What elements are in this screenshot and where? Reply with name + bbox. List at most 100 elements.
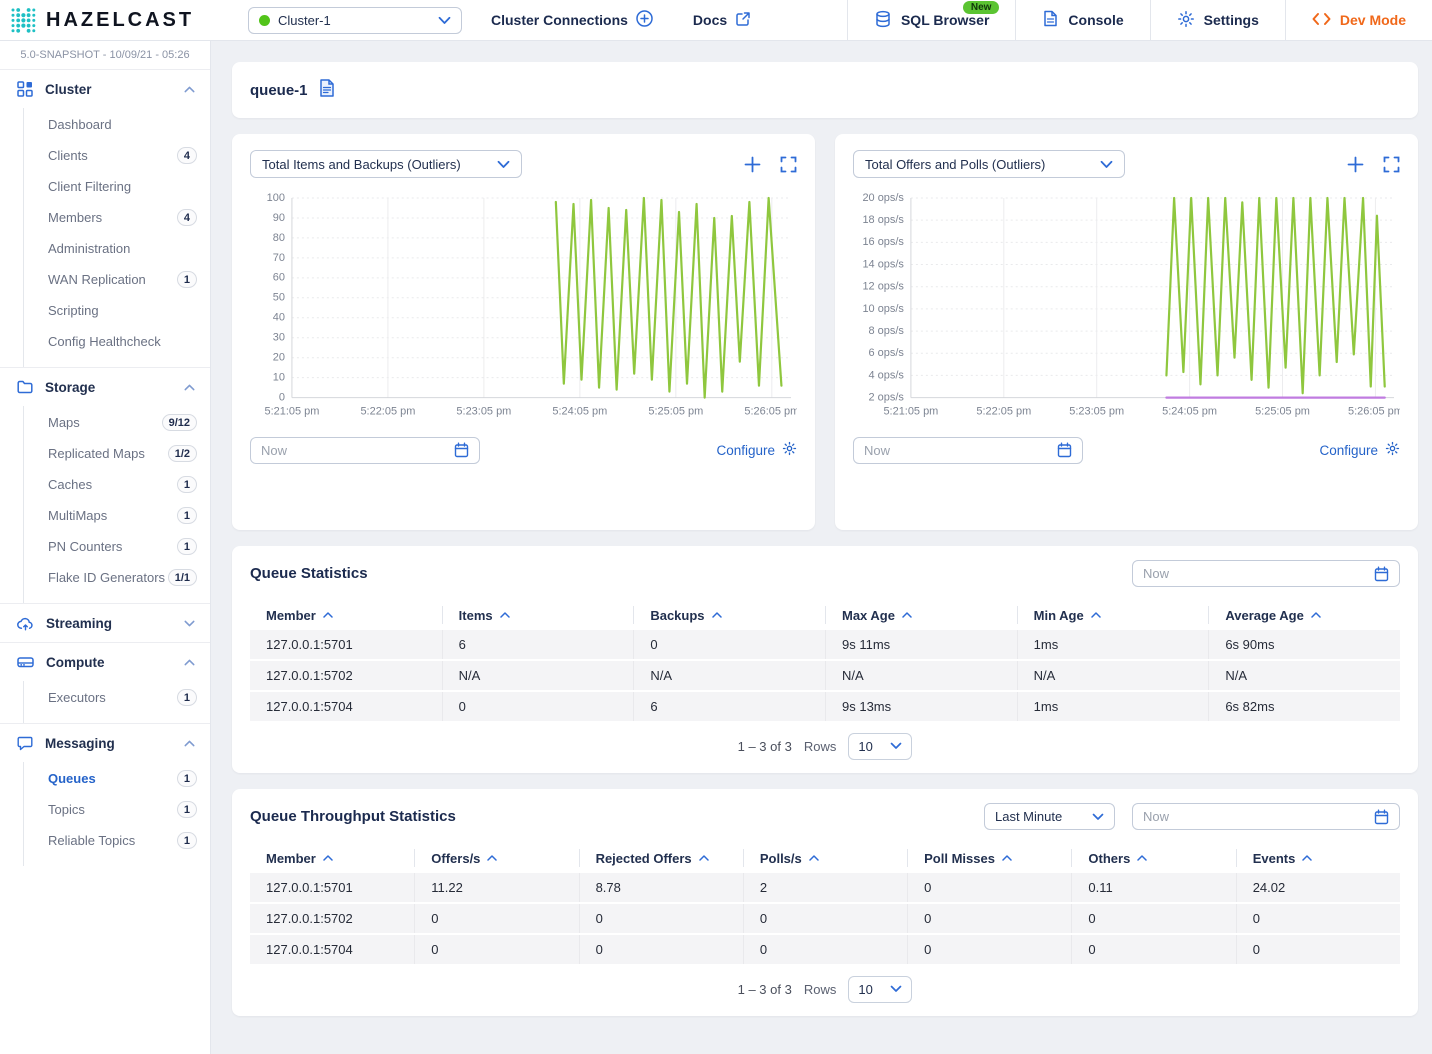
table-time-input[interactable]: Now [1132,803,1400,830]
calendar-icon [454,442,469,458]
sidebar-item-clients[interactable]: Clients4 [24,140,210,171]
cluster-select[interactable]: Cluster-1 [248,7,462,34]
chevron-up-icon [184,384,195,391]
svg-text:5:23:05 pm: 5:23:05 pm [456,406,511,418]
sidebar-item-members[interactable]: Members4 [24,202,210,233]
column-header-label: Backups [650,608,704,623]
column-header-label: Average Age [1225,608,1304,623]
svg-text:5:25:05 pm: 5:25:05 pm [1255,406,1310,418]
logo-text: HAZELCAST [46,9,194,32]
section-label: Cluster [45,82,92,97]
gear-icon [1385,441,1400,459]
new-badge: New [963,1,1000,14]
sidebar-item-replicated-maps[interactable]: Replicated Maps1/2 [24,438,210,469]
column-header-member[interactable]: Member [250,606,442,624]
sidebar-section-header-cluster[interactable]: Cluster [0,70,210,108]
svg-text:60: 60 [273,272,285,284]
sidebar-section-header-streaming[interactable]: Streaming [0,604,210,642]
sidebar-item-config-healthcheck[interactable]: Config Healthcheck [24,326,210,357]
chevron-down-icon [497,160,510,169]
configure-label: Configure [716,443,775,458]
sidebar-item-label: PN Counters [48,539,122,554]
column-header-rejected-offers[interactable]: Rejected Offers [579,849,743,867]
sort-ascending-icon [809,855,819,861]
table-cell: 0 [633,630,825,659]
page-title: queue-1 [250,82,308,99]
configure-link[interactable]: Configure [716,441,797,459]
gear-icon [782,441,797,459]
console-button[interactable]: Console [1015,0,1149,41]
column-header-items[interactable]: Items [442,606,634,624]
chart-time-input[interactable]: Now [853,437,1083,464]
column-header-offers-s[interactable]: Offers/s [414,849,578,867]
svg-text:12 ops/s: 12 ops/s [862,281,904,293]
sidebar-item-flake-id-generators[interactable]: Flake ID Generators1/1 [24,562,210,593]
settings-button[interactable]: Settings [1150,0,1285,41]
sidebar-item-label: Client Filtering [48,179,131,194]
column-header-label: Offers/s [431,851,480,866]
column-header-events[interactable]: Events [1236,849,1400,867]
chart-time-input[interactable]: Now [250,437,480,464]
sidebar-item-executors[interactable]: Executors1 [24,682,210,713]
count-badge: 1 [177,770,197,787]
rows-label: Rows [804,982,837,997]
column-header-polls-s[interactable]: Polls/s [743,849,907,867]
document-icon[interactable] [319,79,335,102]
table-header-row: MemberItems Backups Max Age Min Age Average … [250,600,1400,630]
column-header-max-age[interactable]: Max Age [825,606,1017,624]
sidebar-item-wan-replication[interactable]: WAN Replication1 [24,264,210,295]
svg-text:30: 30 [273,332,285,344]
sidebar-item-dashboard[interactable]: Dashboard [24,109,210,140]
table-row: 127.0.0.1:570111.228.78200.1124.02 [250,873,1400,904]
sort-ascending-icon [1002,855,1012,861]
fullscreen-icon[interactable] [1383,156,1400,173]
sidebar-item-topics[interactable]: Topics1 [24,794,210,825]
table-cell: 127.0.0.1:5702 [250,904,414,933]
column-header-poll-misses[interactable]: Poll Misses [907,849,1071,867]
column-header-average-age[interactable]: Average Age [1208,606,1400,624]
interval-select-value: Last Minute [995,809,1062,824]
add-chart-icon[interactable] [744,156,761,173]
sidebar-section-header-messaging[interactable]: Messaging [0,724,210,762]
add-chart-icon[interactable] [1347,156,1364,173]
sql-browser-button[interactable]: New SQL Browser [847,0,1015,41]
svg-text:8 ops/s: 8 ops/s [869,325,905,337]
sidebar-item-scripting[interactable]: Scripting [24,295,210,326]
sidebar-item-administration[interactable]: Administration [24,233,210,264]
metric-select[interactable]: Total Items and Backups (Outliers) [250,150,522,178]
column-header-label: Max Age [842,608,895,623]
table-cell: 0 [1071,904,1235,933]
interval-select[interactable]: Last Minute [984,803,1115,830]
fullscreen-icon[interactable] [780,156,797,173]
rows-per-page-select[interactable]: 10 [848,976,912,1003]
sidebar-item-maps[interactable]: Maps9/12 [24,407,210,438]
column-header-min-age[interactable]: Min Age [1017,606,1209,624]
column-header-backups[interactable]: Backups [633,606,825,624]
sidebar-section-header-compute[interactable]: Compute [0,643,210,681]
dev-mode-button[interactable]: Dev Mode [1285,0,1432,41]
cluster-connections-link[interactable]: Cluster Connections [491,10,653,30]
metric-select[interactable]: Total Offers and Polls (Outliers) [853,150,1125,178]
column-header-others[interactable]: Others [1071,849,1235,867]
column-header-member[interactable]: Member [250,849,414,867]
rows-per-page-select[interactable]: 10 [848,733,912,760]
configure-link[interactable]: Configure [1319,441,1400,459]
sidebar-item-queues[interactable]: Queues1 [24,763,210,794]
queue-throughput-card: Queue Throughput Statistics Last Minute … [232,789,1418,1016]
sidebar-section-header-storage[interactable]: Storage [0,368,210,406]
count-badge: 1 [177,476,197,493]
docs-link[interactable]: Docs [693,11,751,30]
table-cell: N/A [825,661,1017,690]
sidebar-item-caches[interactable]: Caches1 [24,469,210,500]
table-cell: 0 [1236,904,1400,933]
table-cell: 0 [1236,935,1400,964]
sidebar-item-reliable-topics[interactable]: Reliable Topics1 [24,825,210,856]
table-cell: 127.0.0.1:5704 [250,692,442,721]
sidebar-item-client-filtering[interactable]: Client Filtering [24,171,210,202]
table-time-input[interactable]: Now [1132,560,1400,587]
chevron-down-icon [890,742,902,750]
sidebar-item-multimaps[interactable]: MultiMaps1 [24,500,210,531]
metric-select-value: Total Items and Backups (Outliers) [262,157,461,172]
settings-label: Settings [1204,12,1259,28]
sidebar-item-pn-counters[interactable]: PN Counters1 [24,531,210,562]
